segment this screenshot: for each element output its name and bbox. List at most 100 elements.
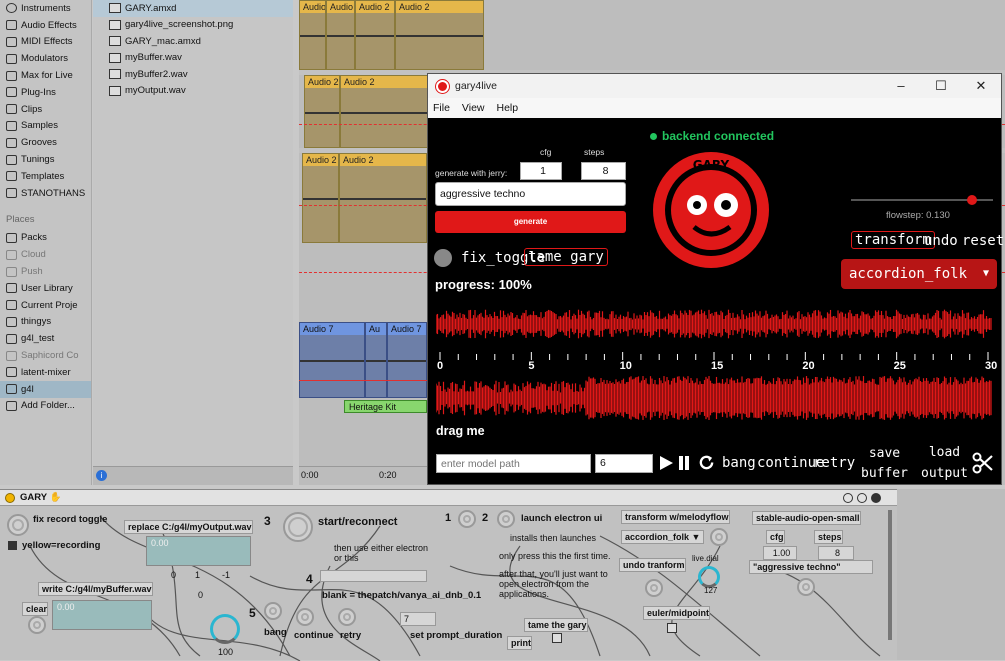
flowstep-slider-thumb[interactable] (966, 195, 977, 205)
file-item[interactable]: myBuffer2.wav (93, 66, 293, 83)
places-item[interactable]: User Library (0, 280, 91, 297)
audio-clip[interactable]: Audio 2 (339, 153, 427, 243)
audio-clip[interactable]: Au (365, 322, 387, 398)
window-titlebar[interactable]: gary4live – ☐ ✕ (428, 74, 1001, 98)
duration-number[interactable]: 7 (400, 612, 436, 626)
file-item[interactable]: myBuffer.wav (93, 50, 293, 67)
number-box[interactable]: 1 (195, 570, 200, 580)
audio-clip[interactable]: Audio (326, 0, 355, 70)
play-icon[interactable] (658, 455, 674, 471)
number-box[interactable]: 0 (198, 590, 203, 600)
audio-clip[interactable]: Audio 7 (299, 322, 365, 398)
reset-button[interactable]: reset (962, 233, 1004, 249)
time-ruler[interactable]: 0:00 0:20 (299, 466, 429, 485)
replace-message[interactable]: replace C:/g4l/myOutput.wav (124, 520, 253, 534)
places-item[interactable]: g4l_test (0, 330, 91, 347)
places-item[interactable]: thingys (0, 314, 91, 331)
continue-bang[interactable] (296, 608, 314, 626)
tame-gary-button[interactable]: tame gary (524, 248, 608, 266)
set-prompt-duration[interactable]: set prompt_duration (410, 630, 502, 641)
places-item[interactable]: Push (0, 263, 91, 280)
start-reconnect-button[interactable] (283, 512, 313, 542)
transform-melodyflow[interactable]: transform w/melodyflow (621, 510, 730, 524)
audio-clip[interactable]: Audio 2 (304, 75, 340, 148)
close-icon[interactable]: ✕ (961, 74, 1001, 98)
generate-button[interactable]: generate (435, 211, 626, 233)
audio-clip[interactable]: Audio 2 (302, 153, 339, 243)
heritage-kit-clip[interactable]: Heritage Kit (344, 400, 427, 413)
refresh-icon[interactable] (698, 454, 715, 471)
write-message[interactable]: write C:/g4l/myBuffer.wav (38, 582, 153, 596)
stable-audio-bang[interactable] (797, 578, 815, 596)
bang-button-max[interactable] (264, 602, 282, 620)
category-item[interactable]: MIDI Effects (0, 34, 91, 51)
fix-toggle-switch[interactable] (434, 249, 452, 267)
menu-file[interactable]: File (433, 102, 450, 114)
transform-bang[interactable] (710, 528, 728, 546)
undo-bang[interactable] (645, 579, 663, 597)
clear-message[interactable]: clear (22, 602, 49, 616)
step-2-bang[interactable] (497, 510, 515, 528)
max-steps-number[interactable]: 8 (818, 546, 854, 560)
file-item[interactable]: GARY.amxd (93, 0, 293, 17)
menu-help[interactable]: Help (497, 102, 519, 114)
places-item[interactable]: Current Proje (0, 297, 91, 314)
volume-dial[interactable] (210, 614, 240, 644)
save-buffer-button[interactable]: save buffer (861, 444, 908, 484)
category-item[interactable]: Modulators (0, 50, 91, 67)
prompt-input[interactable]: aggressive techno (435, 182, 626, 206)
number-box[interactable]: -1 (222, 570, 230, 580)
step-1-bang[interactable] (458, 510, 476, 528)
places-item[interactable]: Saphicord Co (0, 347, 91, 364)
category-item[interactable]: STANOTHANS (0, 185, 91, 202)
model-path-number[interactable]: 6 (595, 454, 653, 473)
device-save-icon[interactable] (871, 493, 881, 503)
menu-view[interactable]: View (462, 102, 485, 114)
minimize-icon[interactable]: – (881, 74, 921, 98)
flowstep-dial[interactable] (698, 566, 720, 588)
device-settings-icon[interactable] (857, 493, 867, 503)
input-buffer-display[interactable]: 0.00 (52, 600, 152, 630)
device-option-icon[interactable] (843, 493, 853, 503)
file-item[interactable]: GARY_mac.amxd (93, 33, 293, 50)
model-select[interactable]: accordion_folk ▼ (841, 259, 997, 289)
places-item[interactable]: Cloud (0, 246, 91, 263)
cfg-input[interactable]: 1 (520, 162, 562, 180)
audio-clip[interactable]: Audio 2 (340, 75, 428, 148)
category-item[interactable]: Audio Effects (0, 17, 91, 34)
model-textedit[interactable] (320, 570, 427, 582)
places-item[interactable]: g4l (0, 380, 91, 398)
places-item[interactable]: Add Folder... (0, 398, 91, 415)
audio-clip[interactable]: Audio 2 (395, 0, 484, 70)
audio-clip[interactable]: Audio 2 (355, 0, 395, 70)
audio-clip[interactable]: Audio 7 (387, 322, 427, 398)
bang-button[interactable]: bang (722, 455, 756, 471)
maximize-icon[interactable]: ☐ (921, 74, 961, 98)
device-power-icon[interactable] (5, 493, 15, 503)
file-item[interactable]: myOutput.wav (93, 83, 293, 100)
category-item[interactable]: Max for Live (0, 67, 91, 84)
input-waveform[interactable] (436, 376, 992, 420)
clear-bang[interactable] (28, 616, 46, 634)
record-toggle-box[interactable] (8, 541, 17, 550)
output-waveform[interactable] (436, 306, 992, 342)
output-buffer-display[interactable]: 0.00 (146, 536, 251, 566)
pause-icon[interactable] (678, 456, 690, 470)
euler-toggle[interactable] (667, 623, 677, 633)
tame-toggle[interactable] (552, 633, 562, 643)
category-item[interactable]: Templates (0, 168, 91, 185)
load-output-button[interactable]: load output (921, 442, 968, 484)
category-item[interactable]: Instruments (0, 0, 91, 17)
max-model-menu[interactable]: accordion_folk ▼ (621, 530, 704, 544)
category-item[interactable]: Tunings (0, 151, 91, 168)
drag-me-label[interactable]: drag me (436, 424, 485, 438)
file-item[interactable]: gary4live_screenshot.png (93, 17, 293, 34)
scrollbar[interactable] (888, 510, 892, 640)
retry-button[interactable]: retry (813, 455, 855, 471)
steps-input[interactable]: 8 (581, 162, 626, 180)
max-cfg-number[interactable]: 1.00 (763, 546, 797, 560)
category-item[interactable]: Samples (0, 118, 91, 135)
category-item[interactable]: Grooves (0, 134, 91, 151)
scissors-icon[interactable] (972, 452, 994, 474)
places-item[interactable]: Packs (0, 230, 91, 247)
